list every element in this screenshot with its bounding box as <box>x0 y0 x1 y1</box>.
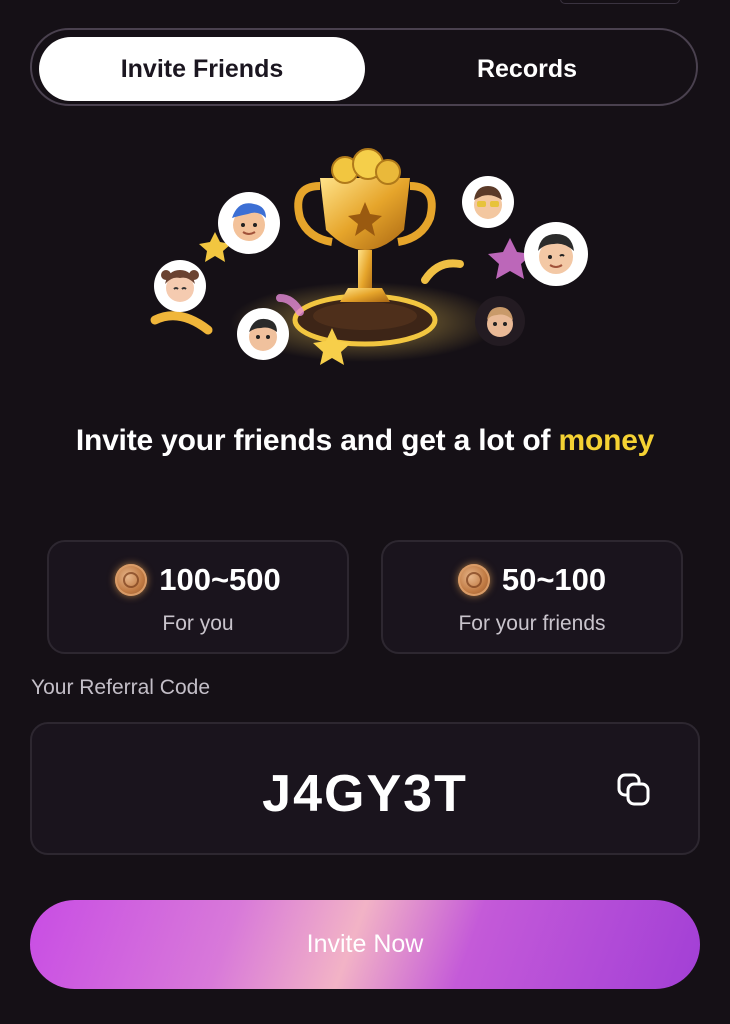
headline-highlight: money <box>558 424 655 457</box>
avatar <box>462 176 514 228</box>
copy-button[interactable] <box>614 770 654 810</box>
reward-subtitle: For you <box>162 612 234 635</box>
reward-amount: 50~100 <box>501 562 607 597</box>
avatar <box>524 222 588 286</box>
tab-records[interactable]: Records <box>364 37 690 101</box>
referral-code[interactable]: J4GY3T <box>32 764 698 824</box>
reward-subtitle: For your friends <box>458 612 606 635</box>
headline: Invite your friends and get a lot of mon… <box>0 424 730 458</box>
referral-code-label: Your Referral Code <box>31 676 210 699</box>
invite-page: Invite Friends Records Invite your frien… <box>0 0 730 1024</box>
trophy-illustration <box>120 130 610 390</box>
avatar <box>475 296 525 346</box>
coin-icon <box>115 564 148 596</box>
top-handle <box>560 0 680 4</box>
avatar <box>154 260 206 312</box>
reward-amount-row: 50~100 <box>383 562 681 598</box>
reward-card-friends: 50~100 For your friends <box>381 540 683 654</box>
copy-icon <box>617 773 650 806</box>
headline-text: Invite your friends and get a lot of <box>75 424 559 457</box>
tab-bar: Invite Friends Records <box>30 28 698 106</box>
avatar <box>218 192 280 254</box>
reward-card-you: 100~500 For you <box>47 540 349 654</box>
tab-invite-friends[interactable]: Invite Friends <box>39 37 365 101</box>
reward-amount-row: 100~500 <box>49 562 347 598</box>
reward-amount: 100~500 <box>159 562 281 597</box>
invite-now-button[interactable]: Invite Now <box>30 900 700 989</box>
avatar <box>237 308 289 360</box>
referral-code-box: J4GY3T <box>30 722 700 855</box>
coin-icon <box>457 564 490 596</box>
